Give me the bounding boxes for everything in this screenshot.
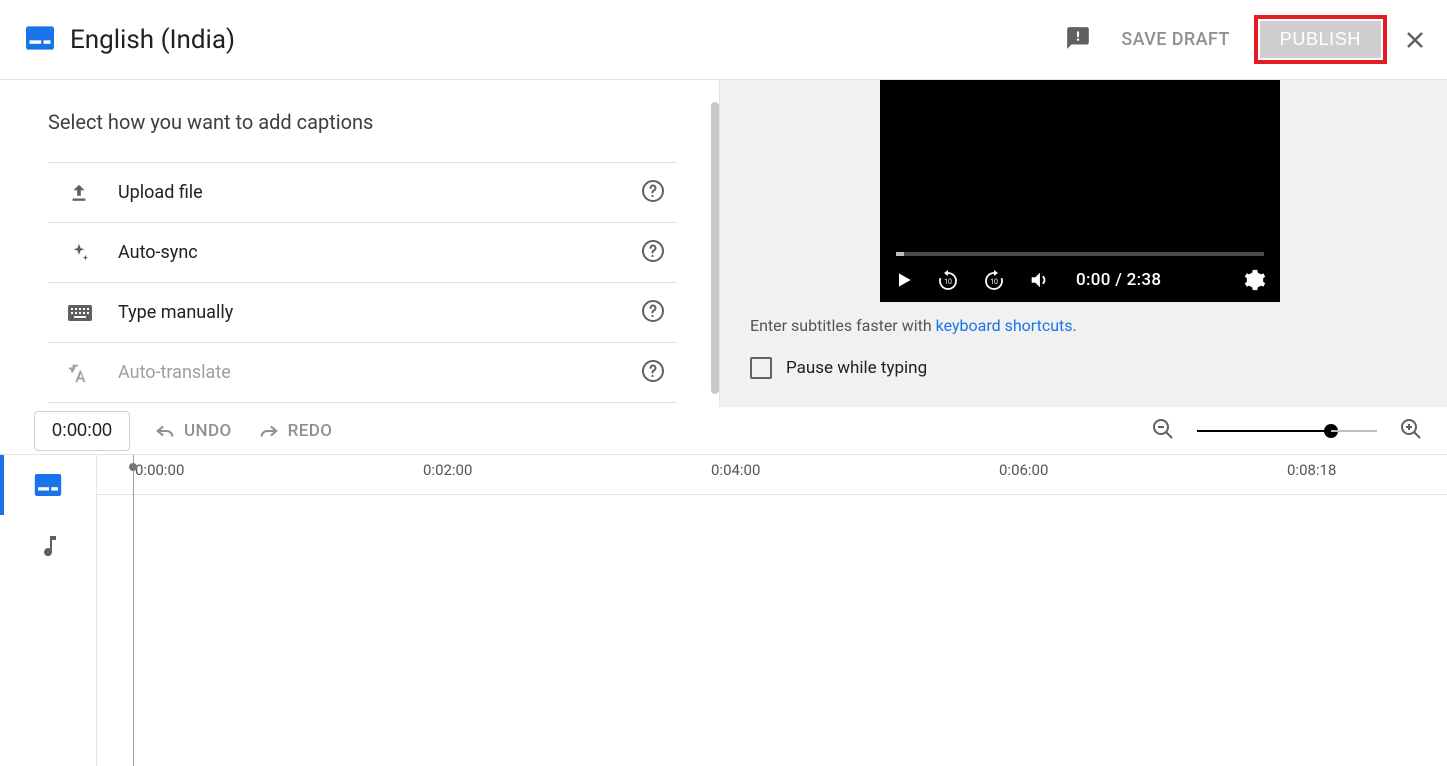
publish-highlight: PUBLISH (1254, 15, 1387, 64)
ruler-tick: 0:04:00 (711, 461, 760, 479)
play-icon[interactable] (894, 270, 914, 290)
progress-bar[interactable] (896, 252, 1264, 256)
save-draft-button[interactable]: SAVE DRAFT (1121, 29, 1229, 50)
option-label: Auto-sync (118, 242, 641, 263)
option-upload-file[interactable]: Upload file (48, 163, 677, 223)
playhead[interactable] (133, 455, 134, 766)
timeline-tab-captions[interactable] (0, 455, 96, 515)
upload-icon (68, 182, 96, 204)
pause-while-typing-label: Pause while typing (786, 358, 927, 378)
zoom-slider[interactable] (1197, 430, 1377, 432)
forward-10-icon[interactable]: 10 (982, 268, 1006, 292)
feedback-icon[interactable] (1065, 25, 1091, 55)
option-type-manually[interactable]: Type manually (48, 283, 677, 343)
keyboard-shortcuts-link[interactable]: keyboard shortcuts (936, 316, 1073, 335)
timeline: 0:00:00 0:02:00 0:04:00 0:06:00 0:08:18 (0, 454, 1447, 766)
svg-text:10: 10 (944, 278, 952, 286)
player-time: 0:00 / 2:38 (1076, 270, 1161, 290)
close-icon[interactable] (1403, 28, 1427, 52)
ruler-tick: 0:06:00 (999, 461, 1048, 479)
undo-button[interactable]: UNDO (154, 421, 232, 441)
caption-method-panel: Select how you want to add captions Uplo… (0, 80, 720, 407)
panel-heading: Select how you want to add captions (48, 110, 677, 134)
scrollbar[interactable] (711, 102, 719, 394)
preview-panel: 10 10 0:00 / 2:38 Enter subtitles faster… (720, 80, 1447, 407)
publish-button[interactable]: PUBLISH (1260, 21, 1381, 58)
help-icon[interactable] (641, 299, 665, 327)
svg-text:10: 10 (990, 278, 998, 286)
redo-button[interactable]: REDO (258, 421, 333, 441)
option-auto-translate: Auto-translate (48, 343, 677, 403)
ruler-tick: 0:02:00 (423, 461, 472, 479)
option-label: Auto-translate (118, 362, 641, 383)
volume-icon[interactable] (1028, 269, 1050, 291)
option-label: Type manually (118, 302, 641, 323)
header-bar: English (India) SAVE DRAFT PUBLISH (0, 0, 1447, 80)
playhead-time-input[interactable] (34, 411, 130, 451)
captions-icon (26, 26, 54, 54)
help-icon[interactable] (641, 239, 665, 267)
shortcut-hint: Enter subtitles faster with keyboard sho… (750, 316, 1447, 335)
timeline-ruler[interactable]: 0:00:00 0:02:00 0:04:00 0:06:00 0:08:18 (97, 455, 1447, 495)
timeline-toolbar: UNDO REDO (0, 407, 1447, 454)
pause-while-typing-checkbox[interactable] (750, 357, 772, 379)
translate-icon (68, 362, 96, 384)
dialog-title: English (India) (70, 25, 235, 55)
timeline-body[interactable]: 0:00:00 0:02:00 0:04:00 0:06:00 0:08:18 (96, 455, 1447, 766)
option-auto-sync[interactable]: Auto-sync (48, 223, 677, 283)
timeline-tab-audio[interactable] (0, 515, 96, 575)
help-icon[interactable] (641, 179, 665, 207)
ruler-tick: 0:00:00 (135, 461, 184, 479)
zoom-in-icon[interactable] (1399, 417, 1423, 445)
video-player[interactable]: 10 10 0:00 / 2:38 (880, 80, 1280, 302)
sparkle-icon (68, 242, 96, 264)
ruler-tick: 0:08:18 (1287, 461, 1336, 479)
keyboard-icon (68, 304, 96, 322)
option-label: Upload file (118, 182, 641, 203)
zoom-slider-thumb[interactable] (1324, 424, 1338, 438)
zoom-out-icon[interactable] (1151, 417, 1175, 445)
help-icon[interactable] (641, 359, 665, 387)
rewind-10-icon[interactable]: 10 (936, 268, 960, 292)
gear-icon[interactable] (1244, 269, 1266, 291)
